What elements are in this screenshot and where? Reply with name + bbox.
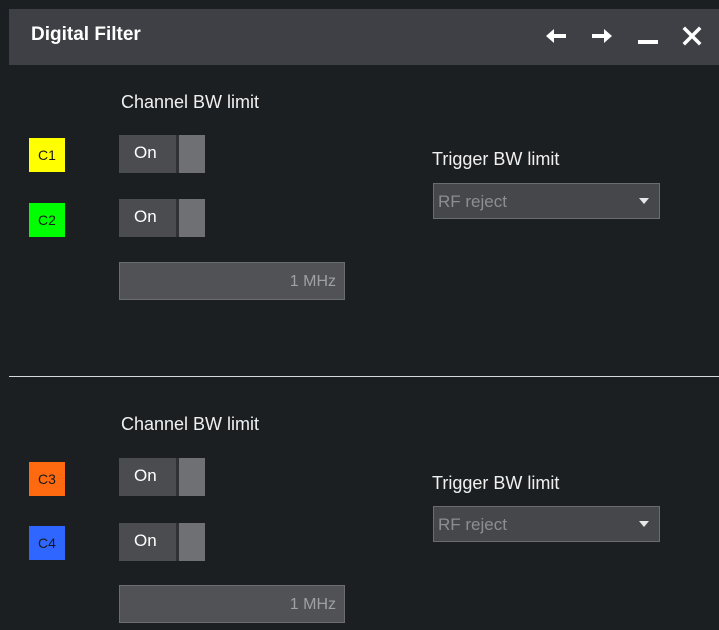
trigger-bw-limit-value: RF reject bbox=[438, 515, 507, 534]
toggle-knob bbox=[176, 458, 205, 496]
toggle-knob bbox=[176, 523, 205, 561]
channel-bw-limit-label: Channel BW limit bbox=[121, 92, 260, 112]
bandwidth-value-field[interactable]: 1 MHz bbox=[119, 585, 345, 623]
close-icon[interactable] bbox=[677, 21, 707, 51]
arrow-right-icon[interactable] bbox=[587, 21, 617, 51]
channel-badge-c1: C1 bbox=[29, 138, 65, 172]
title-bar: Digital Filter bbox=[9, 9, 719, 65]
channel-badge-c4: C4 bbox=[29, 526, 65, 560]
toggle-label: On bbox=[134, 207, 157, 226]
c4-bw-toggle[interactable]: On bbox=[119, 523, 205, 561]
trigger-bw-limit-dropdown[interactable]: RF reject bbox=[433, 506, 660, 542]
toggle-label: On bbox=[134, 466, 157, 485]
bandwidth-value: 1 MHz bbox=[289, 273, 336, 290]
bandwidth-value-field[interactable]: 1 MHz bbox=[119, 262, 345, 300]
arrow-left-icon[interactable] bbox=[541, 21, 571, 51]
dialog-title: Digital Filter bbox=[31, 24, 141, 45]
toggle-label: On bbox=[134, 531, 157, 550]
digital-filter-dialog: Digital Filter Channel BW limit C1 On C2… bbox=[9, 9, 719, 630]
toggle-knob bbox=[176, 135, 205, 173]
minimize-icon[interactable] bbox=[633, 21, 663, 51]
dropdown-arrow-icon bbox=[639, 198, 649, 204]
dropdown-arrow-icon bbox=[639, 521, 649, 527]
c3-bw-toggle[interactable]: On bbox=[119, 458, 205, 496]
trigger-bw-limit-dropdown[interactable]: RF reject bbox=[433, 183, 660, 219]
c2-bw-toggle[interactable]: On bbox=[119, 199, 205, 237]
toggle-knob bbox=[176, 199, 205, 237]
bandwidth-value: 1 MHz bbox=[289, 596, 336, 613]
trigger-bw-limit-label: Trigger BW limit bbox=[432, 149, 560, 169]
channel-bw-limit-label: Channel BW limit bbox=[121, 414, 260, 434]
channel-badge-c2: C2 bbox=[29, 203, 65, 237]
c1-bw-toggle[interactable]: On bbox=[119, 135, 205, 173]
section-divider bbox=[9, 376, 719, 377]
channel-badge-c3: C3 bbox=[29, 462, 65, 496]
trigger-bw-limit-value: RF reject bbox=[438, 192, 507, 211]
trigger-bw-limit-label: Trigger BW limit bbox=[432, 473, 560, 493]
toggle-label: On bbox=[134, 143, 157, 162]
